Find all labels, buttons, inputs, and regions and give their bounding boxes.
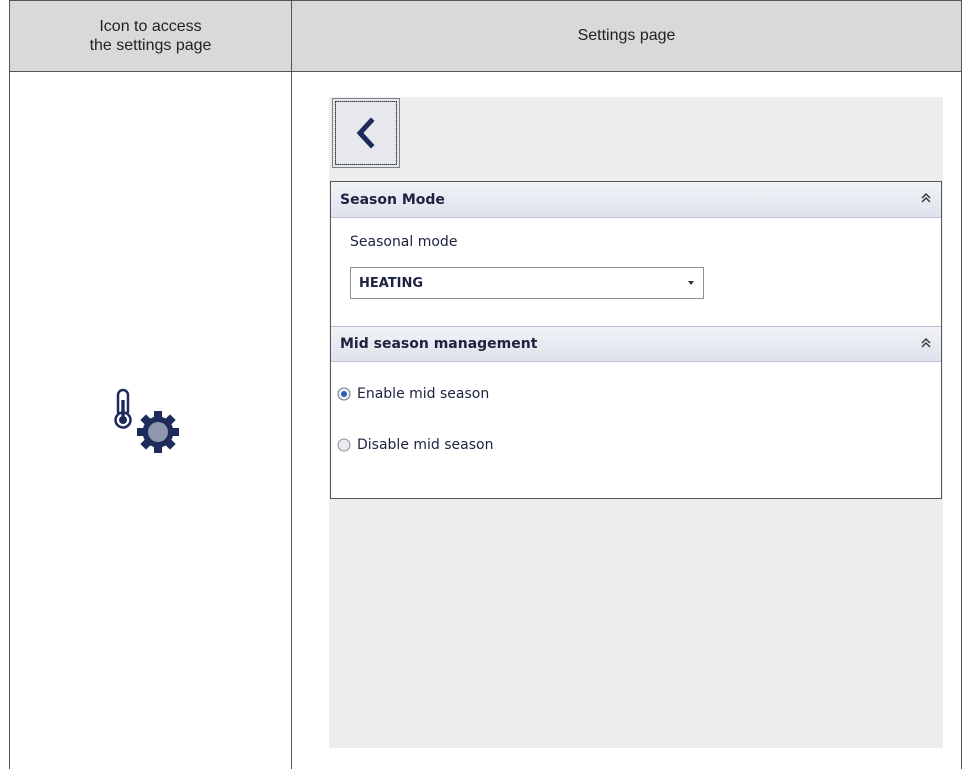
double-chevron-up-icon[interactable] — [919, 191, 933, 205]
column-header-icon-line1: Icon to access — [99, 18, 202, 35]
mid-season-header[interactable]: Mid season management — [331, 326, 941, 362]
seasonal-mode-value: HEATING — [359, 275, 424, 291]
settings-card: Season Mode Seasonal mode HEATING Mid se… — [330, 181, 942, 499]
mid-season-title: Mid season management — [340, 336, 538, 352]
enable-mid-season-label: Enable mid season — [357, 386, 490, 402]
dropdown-caret-icon — [688, 281, 694, 285]
chevron-left-icon — [356, 117, 375, 149]
disable-mid-season-radio[interactable]: Disable mid season — [337, 437, 493, 453]
column-header-settings: Settings page — [577, 27, 676, 44]
disable-mid-season-label: Disable mid season — [357, 437, 494, 453]
radio-selected-icon[interactable] — [337, 387, 351, 401]
back-button[interactable] — [332, 98, 400, 168]
thermometer-gear-icon[interactable] — [110, 388, 190, 454]
column-header-icon-line2: the settings page — [89, 37, 212, 54]
seasonal-mode-dropdown[interactable]: HEATING — [350, 267, 704, 299]
season-mode-header[interactable]: Season Mode — [331, 182, 941, 218]
double-chevron-up-icon[interactable] — [919, 336, 933, 350]
season-mode-title: Season Mode — [340, 191, 445, 208]
column-header-icon: Icon to access the settings page — [10, 0, 291, 72]
seasonal-mode-label: Seasonal mode — [350, 234, 458, 250]
radio-unselected-icon[interactable] — [337, 438, 351, 452]
column-divider — [291, 0, 292, 769]
enable-mid-season-radio[interactable]: Enable mid season — [337, 386, 489, 402]
